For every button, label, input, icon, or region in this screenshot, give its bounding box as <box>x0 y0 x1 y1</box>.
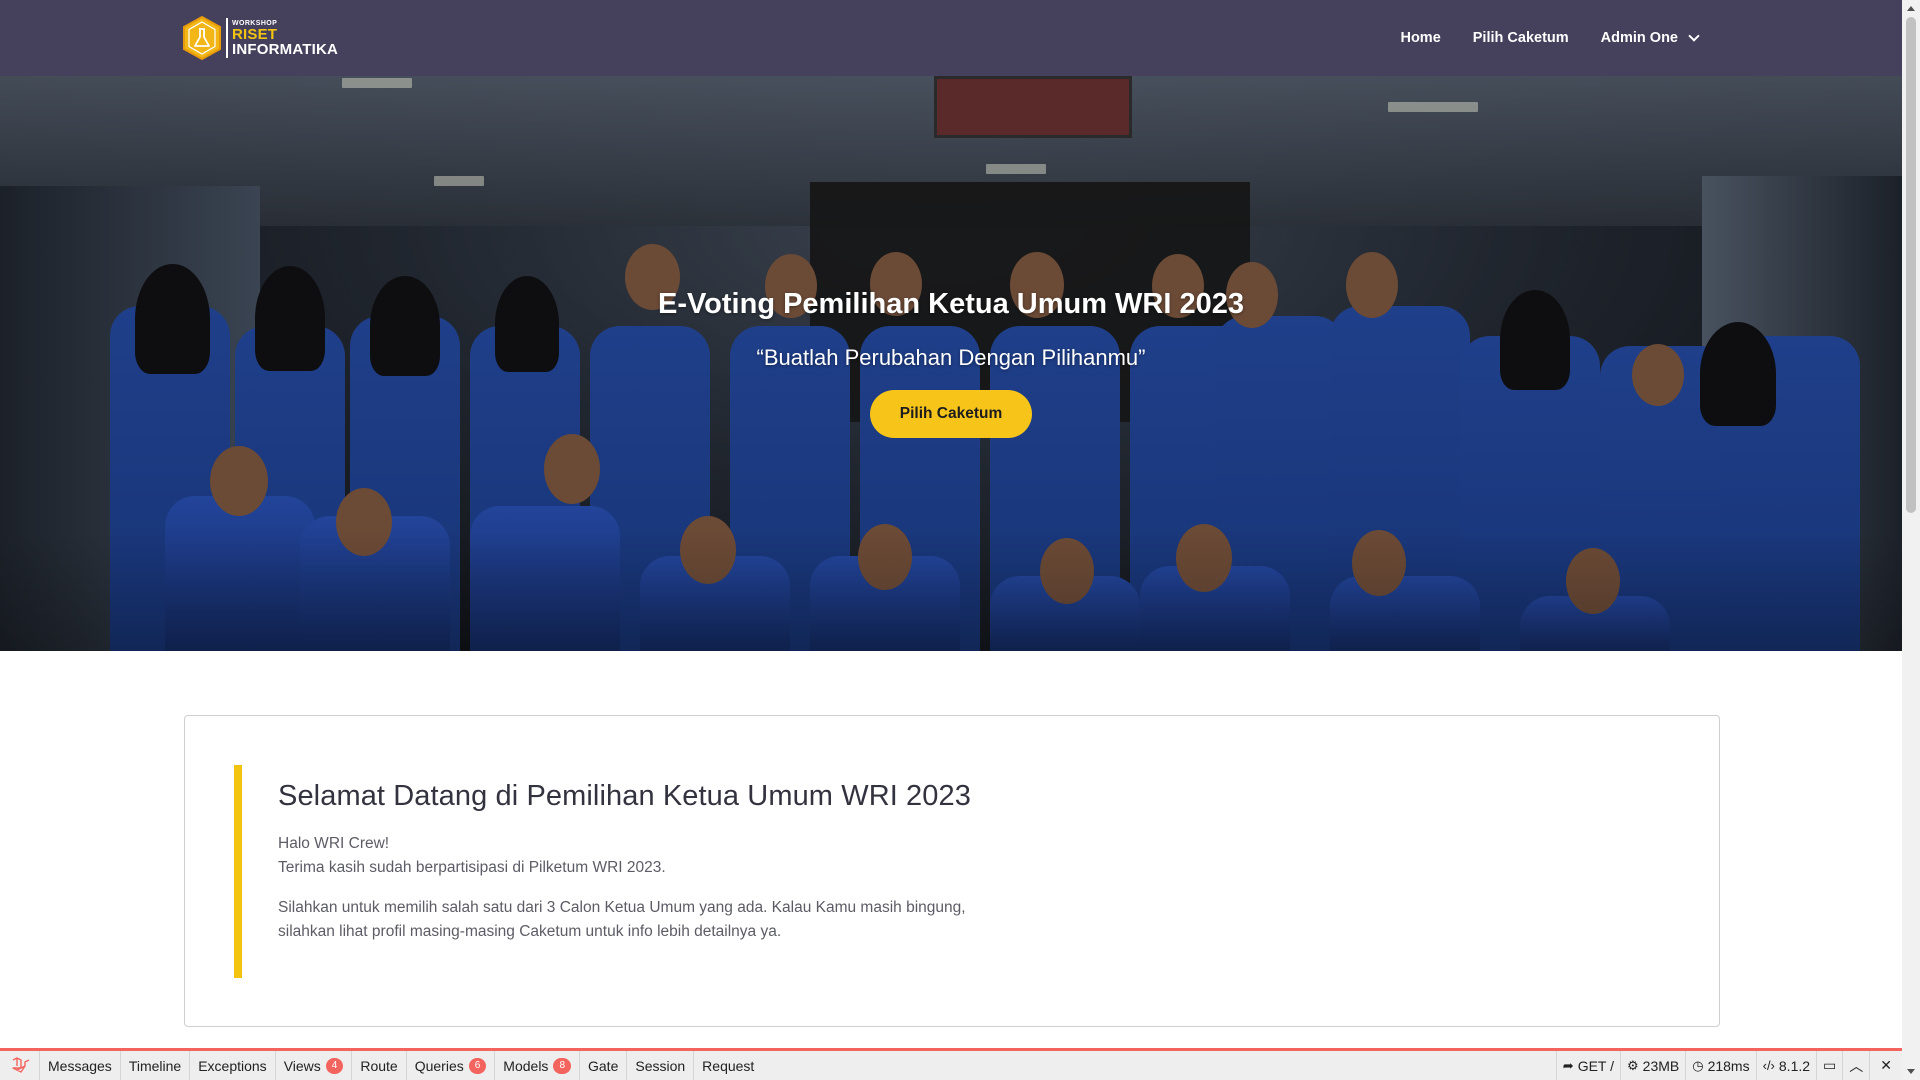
folder-open-icon: ▭ <box>1823 1057 1837 1073</box>
navbar: WORKSHOP RISET INFORMATIKA Home Pilih Ca… <box>0 0 1902 76</box>
debug-close-button[interactable]: ✕ <box>1869 1051 1902 1080</box>
debug-tab-models[interactable]: Models 8 <box>495 1051 580 1080</box>
debug-status-area: ➦ GET / ⚙ 23MB ◷ 218ms ‹/› 8.1.2 ▭ ︿ ✕ <box>1555 1051 1902 1080</box>
nav-pilih-caketum[interactable]: Pilih Caketum <box>1473 30 1569 46</box>
welcome-paragraph-2: Silahkan untuk memilih salah satu dari 3… <box>278 896 1678 944</box>
welcome-paragraph-1: Halo WRI Crew! Terima kasih sudah berpar… <box>278 832 1678 880</box>
debug-php-text: 8.1.2 <box>1778 1057 1811 1074</box>
debug-memory-text: 23MB <box>1642 1057 1680 1074</box>
debug-open-button[interactable]: ▭ <box>1816 1051 1842 1080</box>
debug-tab-label: Models <box>503 1057 549 1074</box>
debug-tab-label: Gate <box>588 1057 619 1074</box>
laravel-logo-icon[interactable] <box>0 1051 40 1080</box>
chevron-down-icon <box>1688 30 1700 42</box>
brand-riset: RISET <box>232 25 278 43</box>
debug-tab-label: Route <box>360 1057 398 1074</box>
debug-badge: 6 <box>468 1057 487 1074</box>
hero-section: E-Voting Pemilihan Ketua Umum WRI 2023 “… <box>0 76 1902 651</box>
admin-name: Admin One <box>1600 30 1678 46</box>
debugbar: Messages Timeline Exceptions Views 4 Rou… <box>0 1048 1902 1080</box>
debug-tab-timeline[interactable]: Timeline <box>121 1051 191 1080</box>
brand-divider <box>226 18 228 58</box>
hero-title: E-Voting Pemilihan Ketua Umum WRI 2023 <box>657 288 1244 320</box>
nav-links: Home Pilih Caketum Admin One <box>1368 0 1700 76</box>
debug-tab-label: Session <box>635 1057 686 1074</box>
welcome-greeting: Halo WRI Crew! <box>278 835 390 852</box>
debug-badge: 8 <box>553 1057 571 1074</box>
vertical-scrollbar[interactable] <box>1902 0 1920 1080</box>
hero-content: E-Voting Pemilihan Ketua Umum WRI 2023 “… <box>0 76 1902 651</box>
debug-tab-label: Timeline <box>128 1057 182 1074</box>
debug-tab-request[interactable]: Request <box>694 1051 762 1080</box>
welcome-thanks: Terima kasih sudah berpartisipasi di Pil… <box>278 859 666 876</box>
brand-logo[interactable]: WORKSHOP RISET INFORMATIKA <box>182 14 338 62</box>
page: WORKSHOP RISET INFORMATIKA Home Pilih Ca… <box>0 0 1902 1080</box>
debug-tab-queries[interactable]: Queries 6 <box>407 1051 496 1080</box>
debug-time-text: 218ms <box>1707 1057 1750 1074</box>
debug-tab-label: Queries <box>414 1057 464 1074</box>
pilih-caketum-button[interactable]: Pilih Caketum <box>870 390 1032 438</box>
brand-informatika: INFORMATIKA <box>232 40 339 58</box>
debug-maximize-button[interactable]: ︿ <box>1842 1051 1869 1080</box>
code-icon: ‹/› <box>1762 1058 1775 1073</box>
debug-tab-label: Messages <box>48 1057 112 1074</box>
debug-tab-label: Views <box>283 1057 321 1074</box>
cogs-icon: ⚙ <box>1627 1057 1639 1073</box>
debug-badge: 4 <box>325 1057 344 1074</box>
welcome-instruction-line2: silahkan lihat profil masing-masing Cake… <box>278 923 782 940</box>
nav-admin-dropdown[interactable]: Admin One <box>1600 30 1700 46</box>
nav-home[interactable]: Home <box>1400 30 1440 46</box>
debug-tab-route[interactable]: Route <box>352 1051 407 1080</box>
debug-php-version[interactable]: ‹/› 8.1.2 <box>1755 1051 1816 1080</box>
hero-quote: “Buatlah Perubahan Dengan Pilihanmu” <box>756 345 1146 370</box>
scroll-up-arrow-icon[interactable] <box>1907 6 1915 11</box>
scroll-down-arrow-icon[interactable] <box>1907 1069 1915 1074</box>
chevron-up-icon: ︿ <box>1849 1057 1864 1074</box>
debug-tab-exceptions[interactable]: Exceptions <box>190 1051 276 1080</box>
debug-request-text: GET / <box>1577 1057 1614 1074</box>
debug-tab-session[interactable]: Session <box>627 1051 695 1080</box>
card-accent-bar <box>234 765 242 978</box>
debug-tab-label: Request <box>702 1057 755 1074</box>
welcome-instruction-line1: Silahkan untuk memilih salah satu dari 3… <box>278 899 966 916</box>
clock-icon: ◷ <box>1692 1057 1704 1073</box>
debug-tab-label: Exceptions <box>198 1057 267 1074</box>
debug-tab-gate[interactable]: Gate <box>580 1051 628 1080</box>
debug-tab-views[interactable]: Views 4 <box>276 1051 353 1080</box>
card-body: Selamat Datang di Pemilihan Ketua Umum W… <box>278 780 1678 944</box>
welcome-title: Selamat Datang di Pemilihan Ketua Umum W… <box>278 780 971 812</box>
debug-memory[interactable]: ⚙ 23MB <box>1620 1051 1685 1080</box>
debug-time[interactable]: ◷ 218ms <box>1685 1051 1755 1080</box>
share-icon: ➦ <box>1562 1057 1574 1073</box>
hexagon-flask-icon <box>182 15 222 61</box>
close-icon: ✕ <box>1880 1057 1892 1073</box>
scroll-thumb[interactable] <box>1906 17 1916 513</box>
welcome-card: Selamat Datang di Pemilihan Ketua Umum W… <box>184 715 1720 1027</box>
debug-request[interactable]: ➦ GET / <box>1555 1051 1620 1080</box>
brand-text: WORKSHOP RISET INFORMATIKA <box>232 20 338 57</box>
debug-tab-messages[interactable]: Messages <box>40 1051 121 1080</box>
